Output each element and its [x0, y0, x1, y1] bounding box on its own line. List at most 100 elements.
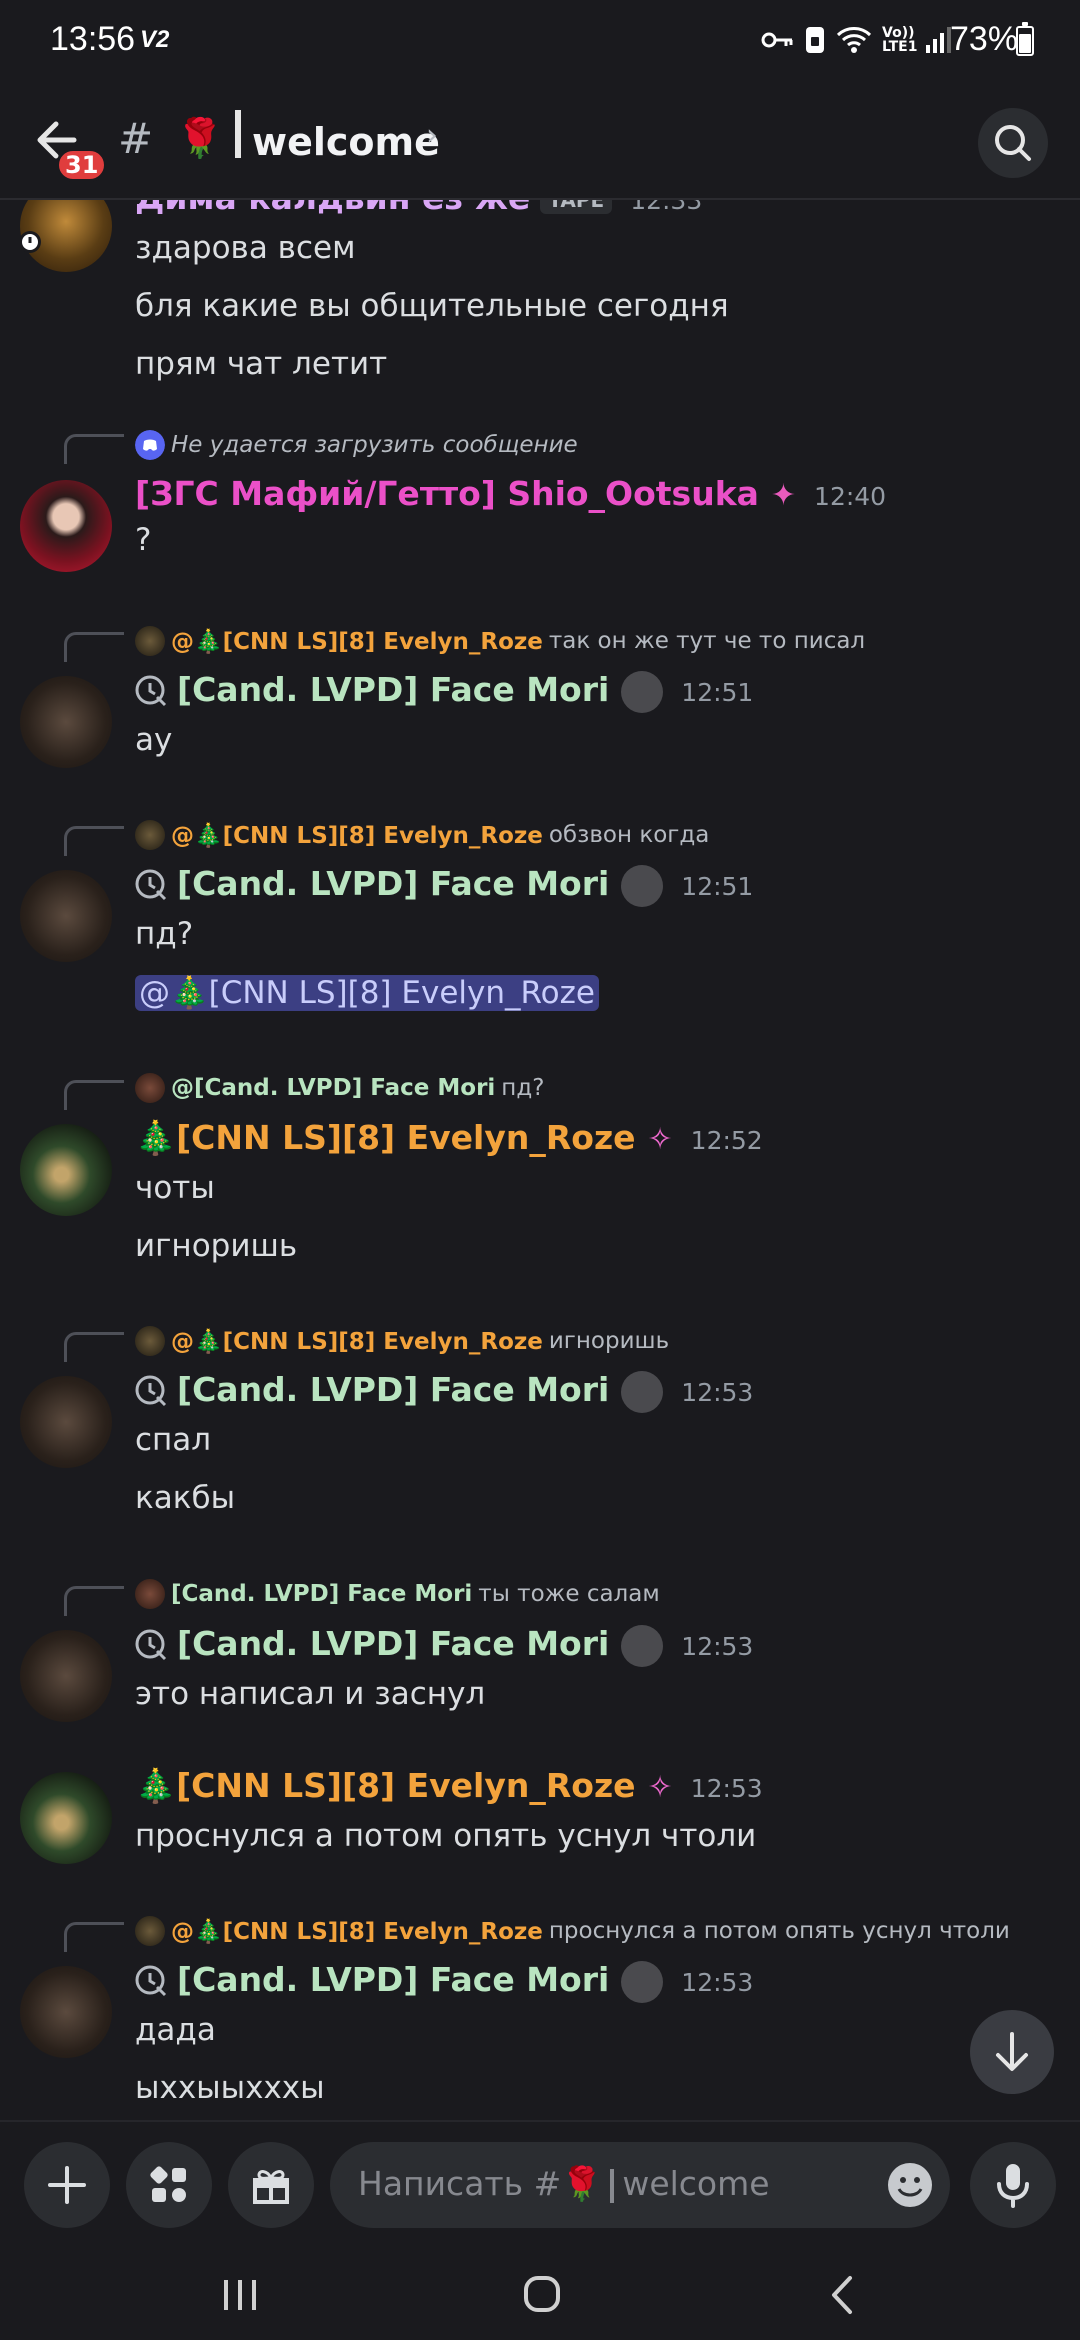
reply-spine [64, 1080, 124, 1110]
reply-avatar [135, 1579, 165, 1609]
message-author[interactable]: 🎄[CNN LS][8] Evelyn_Roze ✧ 12:52 [135, 1118, 763, 1158]
author-name[interactable]: 🎄[CNN LS][8] Evelyn_Roze [135, 1118, 636, 1157]
channel-name[interactable]: welcome [252, 120, 440, 164]
clock-role-icon [135, 1965, 167, 1996]
voice-message-button[interactable] [970, 2142, 1056, 2228]
reply-text: обзвон когда [548, 822, 710, 848]
volte-indicator: Vo)) LTE1 [882, 25, 918, 55]
recent-apps-icon[interactable] [210, 2270, 270, 2320]
vpn-key-icon [761, 32, 793, 48]
avatar-decoration-icon [621, 1370, 664, 1413]
message-text: прям чат летит [135, 346, 388, 382]
back-nav-icon[interactable] [814, 2270, 874, 2320]
apps-button[interactable] [126, 2142, 212, 2228]
message-text: дада [135, 2012, 216, 2048]
clock-role-icon [135, 1629, 167, 1660]
reply-preview[interactable]: Не удается загрузить сообщение [135, 430, 578, 460]
author-name[interactable]: 🎄[CNN LS][8] Evelyn_Roze [135, 1766, 636, 1805]
status-idle-icon [19, 231, 41, 253]
wifi-icon [836, 27, 872, 53]
reply-preview[interactable]: @🎄[CNN LS][8] Evelyn_Roze игноришь [135, 1326, 669, 1356]
message-input[interactable]: Написать #🌹 welcome [330, 2142, 950, 2228]
discord-icon [135, 430, 165, 460]
reply-author: @🎄[CNN LS][8] Evelyn_Roze [171, 1328, 543, 1355]
reply-text: игноришь [548, 1328, 670, 1354]
message-text: здарова всем [135, 230, 356, 266]
message-time: 12:53 [681, 1968, 754, 1997]
jump-to-bottom-button[interactable] [970, 2010, 1054, 2094]
message-author[interactable]: [Cand. LVPD] Face Mori 12:53 [135, 1624, 753, 1667]
reply-notice: Не удается загрузить сообщение [171, 432, 578, 458]
message-text: какбы [135, 1480, 236, 1516]
author-name[interactable]: [Cand. LVPD] Face Mori [177, 864, 609, 903]
author-name[interactable]: [Cand. LVPD] Face Mori [177, 1370, 609, 1409]
avatar-decoration-icon [621, 670, 664, 713]
reply-preview[interactable]: @🎄[CNN LS][8] Evelyn_Roze проснулся а по… [135, 1916, 1010, 1946]
message-author[interactable]: [Cand. LVPD] Face Mori 12:53 [135, 1370, 753, 1413]
message-author[interactable]: [Cand. LVPD] Face Mori 12:51 [135, 864, 753, 907]
message-time: 12:53 [690, 1774, 763, 1803]
reply-avatar [135, 820, 165, 850]
status-icons: Vo)) LTE1 [760, 18, 954, 62]
reply-preview[interactable]: @🎄[CNN LS][8] Evelyn_Roze обзвон когда [135, 820, 709, 850]
message-author[interactable]: [ЗГС Мафий/Гетто] Shio_Ootsuka ✦ 12:40 [135, 474, 886, 513]
message-feed[interactable]: Дима калдвин ез жеTAPE12:33 здарова всем… [0, 180, 1080, 2120]
message-time: 12:52 [690, 1126, 763, 1155]
message-text: ыххыыхххы [135, 2070, 325, 2106]
channel-emoji: 🌹 [176, 116, 224, 160]
avatar[interactable] [20, 480, 112, 572]
chevron-right-icon[interactable]: › [426, 118, 438, 153]
input-placeholder: Написать #🌹 welcome [358, 2164, 770, 2204]
home-icon[interactable] [512, 2270, 572, 2320]
author-name[interactable]: [Cand. LVPD] Face Mori [177, 1960, 609, 1999]
message-time: 12:40 [814, 482, 887, 511]
channel-header: 31 # 🌹 welcome › [0, 80, 1080, 200]
arrow-down-icon [996, 2032, 1028, 2071]
avatar[interactable] [20, 1630, 112, 1722]
message-author[interactable]: [Cand. LVPD] Face Mori 12:53 [135, 1960, 753, 2003]
message-text: спал [135, 1422, 212, 1458]
avatar[interactable] [20, 1124, 112, 1216]
author-name[interactable]: [Cand. LVPD] Face Mori [177, 1624, 609, 1663]
microphone-icon [997, 2164, 1029, 2208]
reply-preview[interactable]: @🎄[CNN LS][8] Evelyn_Roze так он же тут … [135, 626, 865, 656]
reply-author: [Cand. LVPD] Face Mori [171, 1581, 473, 1607]
avatar-decoration-icon [621, 1624, 664, 1667]
author-name[interactable]: [Cand. LVPD] Face Mori [177, 670, 609, 709]
placeholder-divider [610, 2168, 615, 2203]
reply-author: @🎄[CNN LS][8] Evelyn_Roze [171, 822, 543, 849]
reply-spine [64, 1586, 124, 1616]
reply-preview[interactable]: [Cand. LVPD] Face Mori ты тоже салам [135, 1579, 660, 1609]
message-author[interactable]: [Cand. LVPD] Face Mori 12:51 [135, 670, 753, 713]
author-name[interactable]: [ЗГС Мафий/Гетто] Shio_Ootsuka [135, 474, 759, 513]
avatar[interactable] [20, 870, 112, 962]
gift-button[interactable] [228, 2142, 314, 2228]
avatar[interactable] [20, 676, 112, 768]
reply-author: @🎄[CNN LS][8] Evelyn_Roze [171, 1918, 543, 1945]
clock-role-icon [135, 675, 167, 706]
message-text: пд? [135, 916, 194, 952]
message-time: 12:53 [681, 1378, 754, 1407]
reply-avatar [135, 1326, 165, 1356]
attach-button[interactable] [24, 2142, 110, 2228]
apps-icon [150, 2166, 186, 2202]
reply-text: проснулся а потом опять уснул чтоли [548, 1918, 1010, 1944]
lock-app-icon [806, 27, 824, 53]
reply-avatar [135, 1916, 165, 1946]
emoji-icon[interactable] [885, 2160, 935, 2210]
reply-spine [64, 632, 124, 662]
avatar-decoration-icon [621, 1960, 664, 2003]
user-mention[interactable]: @🎄[CNN LS][8] Evelyn_Roze [135, 975, 599, 1011]
message-time: 12:53 [681, 1632, 754, 1661]
search-button[interactable] [978, 108, 1048, 178]
avatar[interactable] [20, 1376, 112, 1468]
avatar[interactable] [20, 1772, 112, 1864]
boost-badge-icon: ✧ [647, 1122, 673, 1157]
battery-percent: 73% [950, 20, 1019, 58]
reply-preview[interactable]: @[Cand. LVPD] Face Mori пд? [135, 1073, 544, 1103]
message-time: 12:51 [681, 678, 754, 707]
avatar[interactable] [20, 1966, 112, 2058]
message-author[interactable]: 🎄[CNN LS][8] Evelyn_Roze ✧ 12:53 [135, 1766, 763, 1806]
avatar-decoration-icon [621, 864, 664, 907]
reply-avatar [135, 626, 165, 656]
